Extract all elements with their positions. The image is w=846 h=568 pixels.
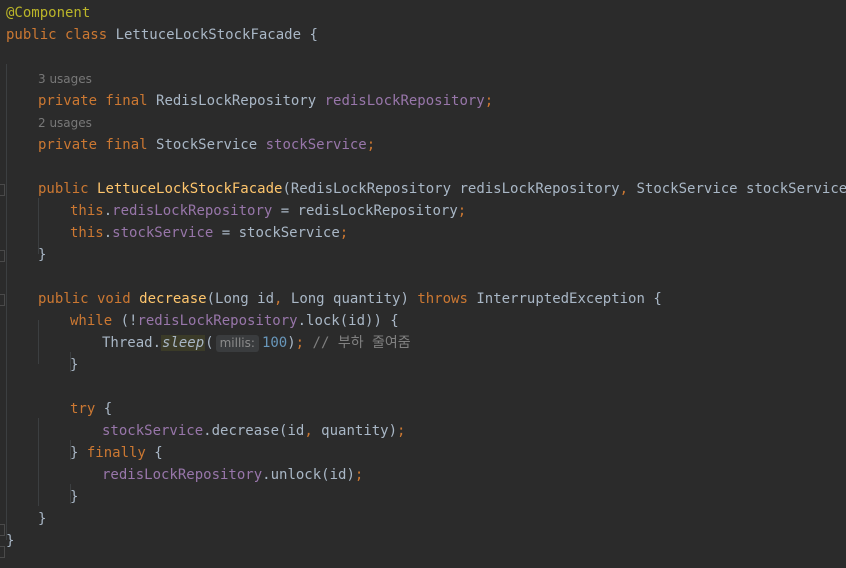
code-line[interactable]: public LettuceLockStockFacade(RedisLockR… <box>38 178 846 200</box>
code-token: public void <box>38 291 140 307</box>
code-token: throws <box>417 291 477 307</box>
code-token: ; <box>397 423 406 439</box>
indent-guide <box>70 484 71 504</box>
code-token: ; <box>354 467 364 483</box>
code-token: ; <box>339 225 349 241</box>
code-token: Thread. <box>102 335 162 351</box>
code-token: { <box>103 401 113 417</box>
code-token: } <box>38 511 47 527</box>
code-token: ( <box>205 335 214 351</box>
code-token: redisLockRepository <box>112 203 273 219</box>
code-token: LettuceLockStockFacade { <box>115 27 318 43</box>
code-token: this <box>70 203 104 219</box>
code-token: (! <box>120 313 138 329</box>
code-token: ; <box>295 335 313 351</box>
code-line[interactable]: 2 usages <box>38 112 92 134</box>
code-token: redisLockRepository <box>137 313 298 329</box>
code-token: , <box>274 291 291 307</box>
code-line[interactable]: } <box>38 244 46 266</box>
code-token: } <box>6 533 15 549</box>
code-token: this <box>70 225 104 241</box>
code-token: , <box>619 181 637 197</box>
code-token: = stockService <box>213 225 340 241</box>
usages-hint[interactable]: 3 usages <box>38 72 92 86</box>
code-token: RedisLockRepository <box>156 93 325 109</box>
code-token: ) <box>287 335 296 351</box>
code-token: ; <box>366 137 376 153</box>
code-token: redisLockRepository <box>102 467 263 483</box>
code-token: while <box>70 313 121 329</box>
code-token: LettuceLockStockFacade <box>97 181 283 197</box>
code-token: InterruptedException { <box>476 291 662 307</box>
code-token: private final <box>38 137 157 153</box>
code-token: , <box>304 423 322 439</box>
code-token: } <box>38 247 47 263</box>
fold-icon[interactable] <box>0 250 5 262</box>
code-token: } <box>70 357 79 373</box>
code-token: } <box>70 489 79 505</box>
code-token: stockService <box>112 225 214 241</box>
code-token: Long quantity) <box>290 291 418 307</box>
code-token: // 부하 줄여줌 <box>312 335 411 351</box>
code-line[interactable]: 3 usages <box>38 68 92 90</box>
code-line[interactable]: try { <box>70 398 112 420</box>
code-line[interactable]: } <box>38 508 46 530</box>
code-line[interactable]: redisLockRepository.unlock(id); <box>102 464 363 486</box>
code-token: stockService <box>102 423 204 439</box>
fold-icon[interactable] <box>0 524 5 536</box>
code-line[interactable]: while (!redisLockRepository.lock(id)) { <box>70 310 399 332</box>
code-token: StockService <box>156 137 266 153</box>
code-token: .unlock(id) <box>262 467 355 483</box>
code-line[interactable]: private final StockService stockService; <box>38 134 375 156</box>
code-line[interactable]: public void decrease(Long id, Long quant… <box>38 288 662 310</box>
code-token: } <box>70 445 87 461</box>
code-editor[interactable]: @Component public class LettuceLockStockF… <box>0 0 846 568</box>
code-line[interactable]: this.redisLockRepository = redisLockRepo… <box>70 200 466 222</box>
code-token: stockService <box>265 137 367 153</box>
fold-icon[interactable] <box>0 546 5 558</box>
indent-guide <box>70 352 71 372</box>
code-token: sleep <box>161 335 206 351</box>
code-token: quantity) <box>321 423 398 439</box>
indent-guide <box>70 440 71 460</box>
indent-guide <box>38 198 39 254</box>
code-token: try <box>70 401 104 417</box>
code-line[interactable]: } <box>70 486 78 508</box>
code-token: ; <box>457 203 467 219</box>
code-token: (RedisLockRepository redisLockRepository <box>282 181 620 197</box>
code-line[interactable]: stockService.decrease(id, quantity); <box>102 420 405 442</box>
code-token: StockService stockService) { <box>636 181 846 197</box>
code-token: 100 <box>261 335 288 351</box>
code-token: . <box>103 203 113 219</box>
code-line[interactable]: @Component <box>6 2 90 24</box>
code-line[interactable]: private final RedisLockRepository redisL… <box>38 90 493 112</box>
code-token: . <box>103 225 113 241</box>
code-token: private final <box>38 93 157 109</box>
code-token: @Component <box>6 5 91 21</box>
usages-hint[interactable]: 2 usages <box>38 116 92 130</box>
code-token: .decrease(id <box>203 423 305 439</box>
code-token: decrease <box>139 291 207 307</box>
code-line[interactable]: Thread.sleep(millis: 100); // 부하 줄여줌 <box>102 332 411 354</box>
indent-guide <box>6 64 7 540</box>
code-token: = redisLockRepository <box>272 203 458 219</box>
code-line[interactable]: public class LettuceLockStockFacade { <box>6 24 318 46</box>
code-token: ; <box>484 93 494 109</box>
code-token: { <box>154 445 163 461</box>
code-token: public class <box>6 27 116 43</box>
fold-icon[interactable] <box>0 294 5 306</box>
indent-guide <box>38 320 39 364</box>
code-line[interactable]: } finally { <box>70 442 163 464</box>
code-token: .lock(id)) { <box>297 313 399 329</box>
code-token: public <box>38 181 98 197</box>
param-hint: millis: <box>215 335 259 352</box>
indent-guide <box>38 418 39 506</box>
code-line[interactable]: } <box>70 354 78 376</box>
code-token: finally <box>86 445 155 461</box>
code-token: redisLockRepository <box>324 93 485 109</box>
code-token: (Long id <box>206 291 275 307</box>
code-line[interactable]: this.stockService = stockService; <box>70 222 348 244</box>
fold-icon[interactable] <box>0 184 5 196</box>
code-line[interactable]: } <box>6 530 14 552</box>
